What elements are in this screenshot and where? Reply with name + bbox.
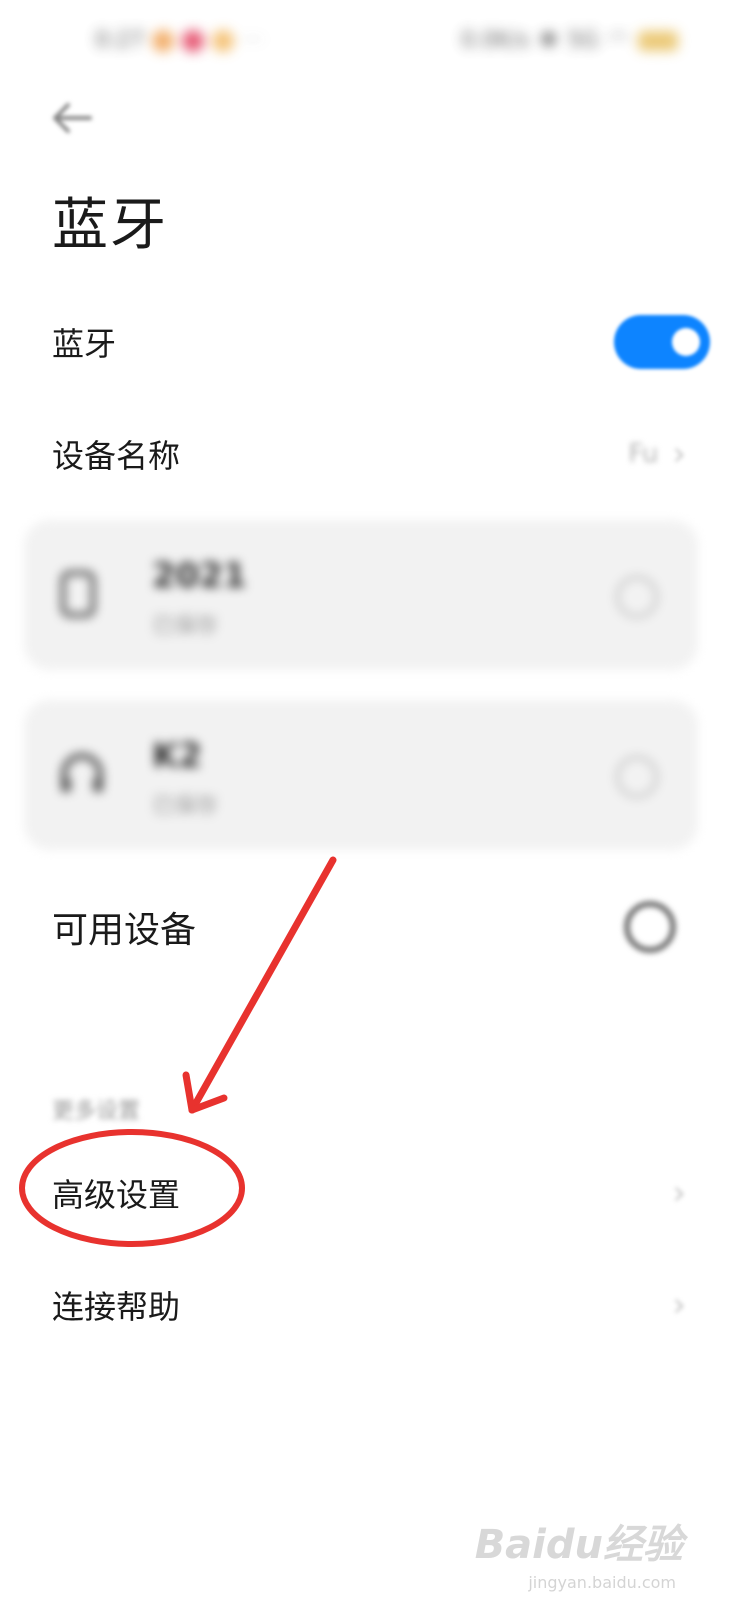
annotation-ellipse (19, 1129, 245, 1247)
annotation-arrow (182, 856, 337, 1114)
watermark-logo: Baidu经验 (474, 1522, 683, 1568)
annotation-overlay (19, 856, 337, 1247)
watermark-url: jingyan.baidu.com (528, 1573, 676, 1592)
